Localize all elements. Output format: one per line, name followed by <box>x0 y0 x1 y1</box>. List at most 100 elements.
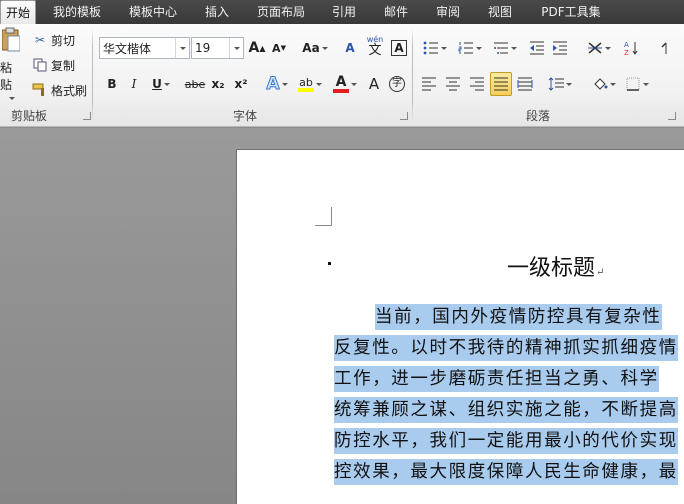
group-separator <box>412 28 413 120</box>
distributed-button[interactable] <box>515 73 535 95</box>
chevron-down-icon <box>175 38 189 58</box>
justify-button[interactable] <box>490 72 512 96</box>
text-line: 当前，国内外疫情防控具有复杂性 <box>334 302 684 333</box>
chevron-down-icon <box>511 46 517 50</box>
tab-pdf-tools[interactable]: PDF工具集 <box>533 0 609 24</box>
tab-my-templates[interactable]: 我的模板 <box>45 0 109 24</box>
paragraph-mark: ↵ <box>596 267 605 278</box>
tab-view[interactable]: 视图 <box>481 0 519 24</box>
tab-references[interactable]: 引用 <box>325 0 363 24</box>
ribbon: 粘贴 ✂ 剪切 复制 格式刷 剪贴板 华文楷体 19 A▲ A▼ Aa A <box>0 24 684 127</box>
align-left-button[interactable] <box>419 73 439 95</box>
chevron-down-icon <box>229 38 243 58</box>
paragraph-group-label: 段落 <box>525 109 550 123</box>
paragraph-mark-icon <box>657 40 673 56</box>
bullets-icon <box>423 40 439 56</box>
font-name-combo[interactable]: 华文楷体 <box>99 37 190 59</box>
clipboard-group-label: 剪贴板 <box>10 109 47 123</box>
text-line: 工作，进一步磨砺责任担当之勇、科学 <box>334 364 684 395</box>
tab-insert[interactable]: 插入 <box>198 0 236 24</box>
superscript-button[interactable]: x² <box>232 73 250 95</box>
highlight-color-swatch <box>298 87 314 92</box>
text-effects-button[interactable]: A <box>263 73 291 95</box>
bullets-button[interactable] <box>419 37 451 59</box>
font-color-swatch <box>333 88 349 93</box>
phonetic-guide-button[interactable]: wén 文 <box>365 35 385 57</box>
document-page[interactable]: 一级标题↵ 当前，国内外疫情防控具有复杂性 反复性。以时不我待的精神抓实抓细疫情… <box>236 149 684 504</box>
font-color-button[interactable]: A <box>331 73 359 95</box>
body-paragraph[interactable]: 当前，国内外疫情防控具有复杂性 反复性。以时不我待的精神抓实抓细疫情 工作，进一… <box>334 302 684 488</box>
tab-page-layout[interactable]: 页面布局 <box>249 0 313 24</box>
grow-font-button[interactable]: A ▲ <box>249 37 266 59</box>
text-effect-icon: A <box>266 74 280 95</box>
strikethrough-button[interactable]: abe <box>184 73 206 95</box>
tab-template-center[interactable]: 模板中心 <box>121 0 185 24</box>
chevron-down-icon <box>321 46 328 50</box>
font-name-value: 华文楷体 <box>103 41 152 56</box>
underline-button[interactable]: U <box>149 73 173 95</box>
font-size-value: 19 <box>195 41 211 55</box>
clipboard-dialog-launcher[interactable] <box>83 112 91 120</box>
distributed-icon <box>517 76 533 92</box>
text-line: 防控水平，我们一定能用最小的代价实现 <box>334 426 684 457</box>
group-separator <box>92 28 93 120</box>
enclose-characters-button[interactable]: 字 <box>387 73 407 95</box>
text-line: 反复性。以时不我待的精神抓实抓细疫情 <box>334 333 684 364</box>
numbering-icon <box>458 40 474 56</box>
copy-button[interactable]: 复制 <box>32 55 75 75</box>
subscript-button[interactable]: x₂ <box>209 73 227 95</box>
decrease-arrow-icon: ▼ <box>280 44 286 52</box>
highlight-color-button[interactable]: ab <box>294 73 326 95</box>
line-spacing-icon <box>548 76 564 92</box>
italic-button[interactable]: I <box>125 73 143 95</box>
change-case-button[interactable]: Aa <box>302 37 328 59</box>
sort-button[interactable]: AZ <box>620 37 642 59</box>
enclosed-char-icon: 字 <box>389 76 405 92</box>
numbering-button[interactable] <box>454 37 486 59</box>
font-size-combo[interactable]: 19 <box>191 37 244 59</box>
copy-icon <box>32 57 48 73</box>
chevron-down-icon <box>476 46 482 50</box>
borders-icon <box>625 76 641 92</box>
text-line: 控效果，最大限度保障人民生命健康，最 <box>334 457 684 488</box>
shading-button[interactable] <box>589 73 619 95</box>
clear-formatting-button[interactable]: A <box>341 37 359 59</box>
format-painter-button[interactable]: 格式刷 <box>32 80 87 100</box>
decrease-indent-button[interactable] <box>527 37 547 59</box>
heading-bullet-mark <box>328 262 331 265</box>
tab-home[interactable]: 开始 <box>0 0 36 24</box>
align-right-button[interactable] <box>467 73 487 95</box>
svg-text:Z: Z <box>624 49 629 56</box>
align-left-icon <box>421 76 437 92</box>
shrink-font-button[interactable]: A ▼ <box>271 37 287 59</box>
show-formatting-marks-button[interactable] <box>655 37 675 59</box>
cut-button[interactable]: ✂ 剪切 <box>32 30 75 50</box>
decrease-indent-icon <box>529 40 545 56</box>
character-border-button[interactable]: A <box>390 37 408 59</box>
line-spacing-button[interactable] <box>546 73 574 95</box>
chevron-down-icon <box>281 82 288 86</box>
tab-review[interactable]: 审阅 <box>429 0 467 24</box>
paste-dropdown-icon <box>9 96 15 100</box>
ribbon-tab-bar: 开始 我的模板 模板中心 插入 页面布局 引用 邮件 审阅 视图 PDF工具集 <box>0 0 684 24</box>
chevron-down-icon <box>163 82 170 86</box>
paste-button[interactable]: 粘贴 <box>0 27 22 100</box>
align-center-button[interactable] <box>443 73 463 95</box>
chinese-layout-button[interactable] <box>583 37 615 59</box>
tab-mailings[interactable]: 邮件 <box>377 0 415 24</box>
increase-indent-button[interactable] <box>550 37 570 59</box>
font-dialog-launcher[interactable] <box>400 112 408 120</box>
paragraph-dialog-launcher[interactable] <box>668 112 676 120</box>
format-painter-icon <box>32 82 48 98</box>
bold-button[interactable]: B <box>103 73 121 95</box>
paint-bucket-icon <box>592 76 608 92</box>
scissors-icon: ✂ <box>34 33 46 47</box>
multilevel-list-button[interactable] <box>489 37 521 59</box>
heading-level-1[interactable]: 一级标题↵ <box>507 250 604 282</box>
borders-button[interactable] <box>622 73 652 95</box>
character-shading-button[interactable]: A <box>365 73 383 95</box>
svg-text:A: A <box>624 41 629 49</box>
chevron-down-icon <box>316 82 322 86</box>
bordered-a-icon: A <box>391 40 407 56</box>
chevron-down-icon <box>605 46 611 50</box>
